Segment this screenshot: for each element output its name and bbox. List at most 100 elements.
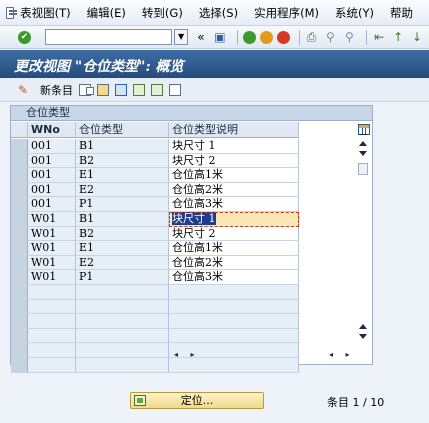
row-selector[interactable]	[11, 328, 28, 344]
scroll-bottom-icon[interactable]	[359, 334, 367, 339]
scroll-thumb[interactable]	[358, 163, 368, 175]
cell-bin-type-desc[interactable]: 仓位高2米	[169, 182, 299, 198]
row-selector[interactable]	[11, 357, 28, 373]
table-rows: 001 B1 块尺寸 1 001 B2 块尺寸 2 001 E1 仓位高1米 001 E2 仓位高2米…	[11, 139, 299, 373]
row-selector[interactable]	[11, 211, 28, 227]
delete-icon[interactable]	[97, 83, 109, 96]
cell-bin-type: E2	[76, 255, 169, 271]
print-icon[interactable]: ⎙	[305, 30, 319, 44]
row-selector[interactable]	[11, 270, 28, 285]
scroll-top-icon[interactable]	[359, 134, 367, 146]
cell-bin-type-desc[interactable]: 仓位高3米	[169, 197, 299, 212]
empty-table-row	[11, 299, 299, 315]
cell-bin-type-desc[interactable]: 仓位高2米	[169, 255, 299, 271]
menu-item-table-view[interactable]: 表视图(T)	[20, 5, 71, 21]
find-next-icon[interactable]: ⚲	[342, 30, 356, 44]
save-icon[interactable]: ▣	[213, 30, 227, 44]
cell-bin-type-desc[interactable]: 仓位高3米	[169, 270, 299, 285]
cell-bin-type-desc[interactable]	[169, 328, 299, 344]
cell-wno: W01	[28, 255, 76, 271]
cell-bin-type-desc[interactable]: 块尺寸 2	[169, 226, 299, 242]
next-page-icon[interactable]: ↓	[410, 30, 424, 44]
command-field[interactable]	[44, 29, 173, 45]
cell-bin-type-desc[interactable]: 仓位高1米	[169, 241, 299, 256]
row-selector[interactable]	[11, 343, 28, 358]
exit-icon[interactable]	[259, 30, 273, 44]
column-header-bin-type[interactable]: 仓位类型	[76, 122, 169, 138]
scroll-down-icon[interactable]	[359, 324, 367, 329]
row-selector[interactable]	[11, 153, 28, 169]
cell-wno[interactable]	[28, 343, 76, 358]
menu-bar: 表视图(T) 编辑(E) 转到(G) 选择(S) 实用程序(M) 系统(Y) 帮…	[0, 0, 429, 26]
empty-table-row	[11, 328, 299, 344]
undo-change-icon[interactable]	[115, 83, 127, 96]
menu-item-system[interactable]: 系统(Y)	[335, 5, 374, 21]
menu-item-edit[interactable]: 编辑(E)	[87, 5, 126, 21]
menu-item-selection[interactable]: 选择(S)	[199, 5, 238, 21]
position-button[interactable]: 定位...	[130, 392, 264, 409]
cell-bin-type[interactable]	[76, 357, 169, 373]
cell-bin-type[interactable]	[76, 299, 169, 315]
cell-bin-type-desc[interactable]: 仓位高1米	[169, 168, 299, 183]
back-icon[interactable]	[242, 30, 256, 44]
select-block-icon[interactable]	[151, 83, 163, 96]
cell-wno[interactable]	[28, 328, 76, 344]
horizontal-scroll-right-pair[interactable]: ◂ ▸	[329, 350, 355, 359]
find-icon[interactable]: ⚲	[324, 30, 338, 44]
row-selector[interactable]	[11, 284, 28, 300]
select-all-icon[interactable]	[133, 83, 145, 96]
menu-icon[interactable]	[6, 6, 18, 19]
cell-bin-type-desc[interactable]	[169, 357, 299, 373]
menu-item-help[interactable]: 帮助	[390, 5, 413, 21]
row-selector[interactable]	[11, 299, 28, 315]
table-row: W01 P1 仓位高3米	[11, 270, 299, 285]
display-change-icon[interactable]: ✎	[18, 84, 32, 96]
first-page-icon[interactable]: ⇤	[372, 30, 386, 44]
cell-bin-type-desc[interactable]	[169, 299, 299, 315]
cell-wno[interactable]	[28, 357, 76, 373]
history-back-icon[interactable]: «	[194, 30, 208, 44]
row-selector[interactable]	[11, 197, 28, 212]
select-all-cell[interactable]	[11, 122, 28, 138]
new-entries-button[interactable]: 新条目	[40, 82, 73, 98]
previous-page-icon[interactable]: ↑	[391, 30, 405, 44]
cancel-icon[interactable]	[276, 30, 290, 44]
cell-bin-type: B1	[76, 139, 169, 154]
vertical-scrollbar[interactable]	[356, 134, 371, 339]
command-dropdown-icon[interactable]: ▼	[174, 29, 189, 45]
menu-item-utilities[interactable]: 实用程序(M)	[254, 5, 319, 21]
row-selector[interactable]	[11, 226, 28, 242]
row-selector[interactable]	[11, 168, 28, 183]
row-selector[interactable]	[11, 314, 28, 329]
cell-bin-type-desc[interactable]	[169, 314, 299, 329]
cell-wno[interactable]	[28, 284, 76, 300]
cell-bin-type[interactable]	[76, 284, 169, 300]
empty-table-row	[11, 284, 299, 300]
cell-wno[interactable]	[28, 314, 76, 329]
column-header-bin-type-desc[interactable]: 仓位类型说明	[169, 122, 299, 138]
cell-bin-type[interactable]	[76, 328, 169, 344]
horizontal-scroll-left-pair[interactable]: ◂ ▸	[174, 350, 200, 359]
title-bar: 更改视图 "仓位类型": 概览	[0, 50, 429, 78]
scroll-up-icon[interactable]	[359, 151, 367, 156]
cell-bin-type-desc[interactable]: 块尺寸 1	[169, 211, 299, 227]
cell-bin-type[interactable]	[76, 343, 169, 358]
table-row: 001 E1 仓位高1米	[11, 168, 299, 183]
enter-check-icon[interactable]: ✔	[18, 30, 31, 44]
cell-bin-type-desc[interactable]: 块尺寸 1	[169, 139, 299, 154]
cell-bin-type[interactable]	[76, 314, 169, 329]
row-selector[interactable]	[11, 241, 28, 256]
cell-wno: W01	[28, 241, 76, 256]
row-selector[interactable]	[11, 182, 28, 198]
row-selector[interactable]	[11, 139, 28, 154]
column-header-wno[interactable]: WNo	[28, 122, 76, 138]
table-row: 001 E2 仓位高2米	[11, 182, 299, 198]
copy-as-icon[interactable]	[79, 83, 94, 96]
deselect-all-icon[interactable]	[169, 83, 181, 96]
menu-item-goto[interactable]: 转到(G)	[142, 5, 183, 21]
table-row: 001 P1 仓位高3米	[11, 197, 299, 212]
cell-wno[interactable]	[28, 299, 76, 315]
row-selector[interactable]	[11, 255, 28, 271]
cell-bin-type-desc[interactable]: 块尺寸 2	[169, 153, 299, 169]
cell-bin-type-desc[interactable]	[169, 284, 299, 300]
